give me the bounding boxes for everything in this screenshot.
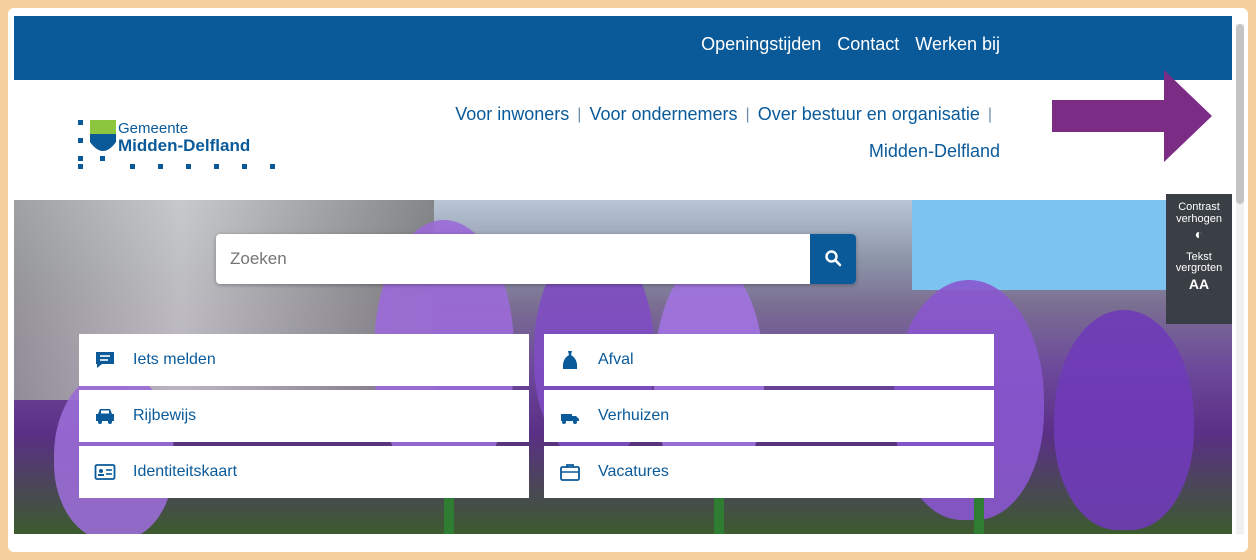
contrast-icon: ◐ [1194, 226, 1204, 243]
tile-verhuizen[interactable]: Verhuizen [544, 390, 994, 442]
logo-text-name: Midden-Delfland [118, 136, 251, 155]
nav-separator: | [987, 105, 992, 123]
trash-bag-icon [558, 348, 582, 372]
text-size-icon: AA [1188, 275, 1210, 292]
top-bar: Openingstijden Contact Werken bij [14, 16, 1232, 80]
tile-label: Identiteitskaart [133, 463, 238, 480]
tile-vacatures[interactable]: Vacatures [544, 446, 994, 498]
tile-identiteitskaart[interactable]: Identiteitskaart [79, 446, 529, 498]
search-input[interactable] [216, 234, 810, 284]
chat-icon [93, 348, 117, 372]
topnav-openingstijden-link[interactable]: Openingstijden [701, 34, 821, 55]
tile-afval[interactable]: Afval [544, 334, 994, 386]
top-navigation: Openingstijden Contact Werken bij [701, 34, 1000, 55]
search-icon [825, 249, 842, 266]
text-size-toggle[interactable]: Tekst vergroten AA [1166, 250, 1232, 292]
nav-voor-ondernemers[interactable]: Voor ondernemers [589, 104, 737, 125]
tile-label: Vacatures [598, 463, 669, 480]
moving-truck-icon [558, 404, 582, 428]
main-navigation: Voor inwoners | Voor ondernemers | Over … [400, 104, 1000, 162]
text-size-label: Tekst vergroten [1175, 250, 1223, 275]
id-card-icon [93, 460, 117, 484]
nav-separator: | [577, 105, 582, 123]
topnav-contact-link[interactable]: Contact [837, 34, 899, 55]
logo-dots-icon [78, 164, 275, 169]
tile-rijbewijs[interactable]: Rijbewijs [79, 390, 529, 442]
tile-label: Afval [598, 351, 634, 368]
contrast-toggle[interactable]: Contrast verhogen ◐ [1166, 201, 1232, 243]
tile-label: Iets melden [133, 351, 216, 368]
car-icon [93, 404, 117, 428]
search-button[interactable] [810, 234, 856, 284]
annotation-arrow-icon [1052, 70, 1212, 162]
nav-midden-delfland[interactable]: Midden-Delfland [869, 141, 1000, 161]
crocus-petal [1054, 310, 1194, 530]
site-header: Gemeente Midden-Delfland Voor inwoners |… [14, 80, 1232, 200]
contrast-label: Contrast verhogen [1176, 201, 1222, 225]
search-box [216, 234, 856, 284]
tile-iets-melden[interactable]: Iets melden [79, 334, 529, 386]
nav-over-bestuur[interactable]: Over bestuur en organisatie [758, 104, 980, 125]
topnav-werken-bij-link[interactable]: Werken bij [915, 34, 1000, 55]
logo-text-gemeente: Gemeente [118, 120, 189, 137]
accessibility-panel: Contrast verhogen ◐ Tekst vergroten AA [1166, 194, 1232, 324]
tile-label: Rijbewijs [133, 407, 197, 424]
briefcase-icon [558, 460, 582, 484]
nav-separator: | [745, 105, 750, 123]
tile-label: Verhuizen [598, 407, 670, 424]
nav-second-line: Midden-Delfland [400, 141, 1000, 162]
nav-voor-inwoners[interactable]: Voor inwoners [455, 104, 569, 125]
scrollbar-thumb[interactable] [1236, 24, 1244, 204]
municipality-logo[interactable]: Gemeente Midden-Delfland [78, 116, 278, 172]
